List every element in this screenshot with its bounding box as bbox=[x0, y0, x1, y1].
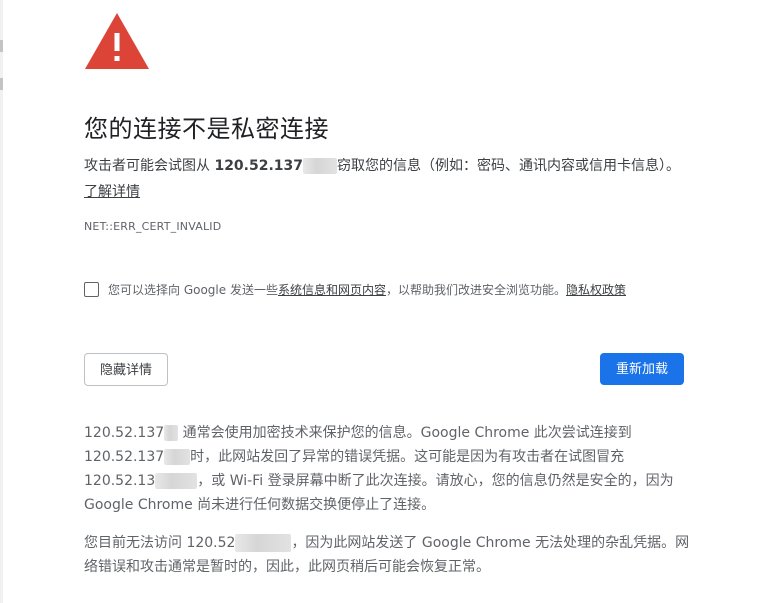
redacted-hostname bbox=[155, 473, 198, 489]
reload-button[interactable]: 重新加载 bbox=[600, 353, 684, 385]
description-text: 攻击者可能会试图从 bbox=[84, 158, 215, 174]
interstitial-page: 您的连接不是私密连接 攻击者可能会试图从 120.52.137 窃取您的信息（例如… bbox=[0, 0, 759, 603]
redacted-hostname bbox=[164, 449, 191, 465]
report-checkbox[interactable] bbox=[84, 282, 99, 297]
redacted-hostname bbox=[235, 534, 292, 552]
hostname: 120.52.137 bbox=[84, 449, 165, 465]
hide-details-button[interactable]: 隐藏详情 bbox=[84, 353, 168, 386]
system-info-link[interactable]: 系统信息和网页内容 bbox=[278, 283, 386, 297]
report-text: 您可以选择向 Google 发送一些 bbox=[108, 283, 278, 297]
details-text: 时，此网站发回了异常的错误凭据。这可能是因为有攻击者在试图冒充 bbox=[190, 449, 625, 465]
edge-tick bbox=[0, 40, 3, 52]
window-edge bbox=[0, 0, 3, 603]
error-description: 攻击者可能会试图从 120.52.137 窃取您的信息（例如：密码、通讯内容或信用… bbox=[84, 153, 684, 205]
warning-triangle-icon bbox=[85, 13, 149, 69]
privacy-policy-link[interactable]: 隐私权政策 bbox=[566, 283, 626, 297]
hostname: 120.52.13 bbox=[84, 473, 156, 489]
details-text: 您目前无法访问 120.52 bbox=[84, 535, 236, 551]
page-title: 您的连接不是私密连接 bbox=[84, 115, 329, 143]
details-paragraph: 120.52.137 通常会使用加密技术来保护您的信息。Google Chrom… bbox=[84, 421, 694, 517]
error-code: NET::ERR_CERT_INVALID bbox=[84, 220, 222, 233]
redacted-hostname bbox=[164, 425, 179, 441]
details-section: 120.52.137 通常会使用加密技术来保护您的信息。Google Chrom… bbox=[84, 421, 694, 579]
description-text: 窃取您的信息（例如：密码、通讯内容或信用卡信息）。 bbox=[337, 158, 681, 174]
redacted-hostname bbox=[303, 158, 338, 174]
edge-tick bbox=[0, 78, 3, 90]
details-paragraph: 您目前无法访问 120.52 ，因为此网站发送了 Google Chrome 无法… bbox=[84, 531, 694, 579]
safe-browsing-report-option: 您可以选择向 Google 发送一些系统信息和网页内容，以帮助我们改进安全浏览功… bbox=[84, 281, 724, 299]
details-text: 通常会使用加密技术来保护您的信息。Google Chrome 此次尝试连接到 bbox=[178, 425, 632, 441]
hostname: 120.52.137 bbox=[214, 158, 304, 174]
learn-more-link[interactable]: 了解详情 bbox=[84, 184, 140, 200]
hostname: 120.52.137 bbox=[84, 425, 165, 441]
report-text: ，以帮助我们改进安全浏览功能。 bbox=[385, 283, 566, 297]
